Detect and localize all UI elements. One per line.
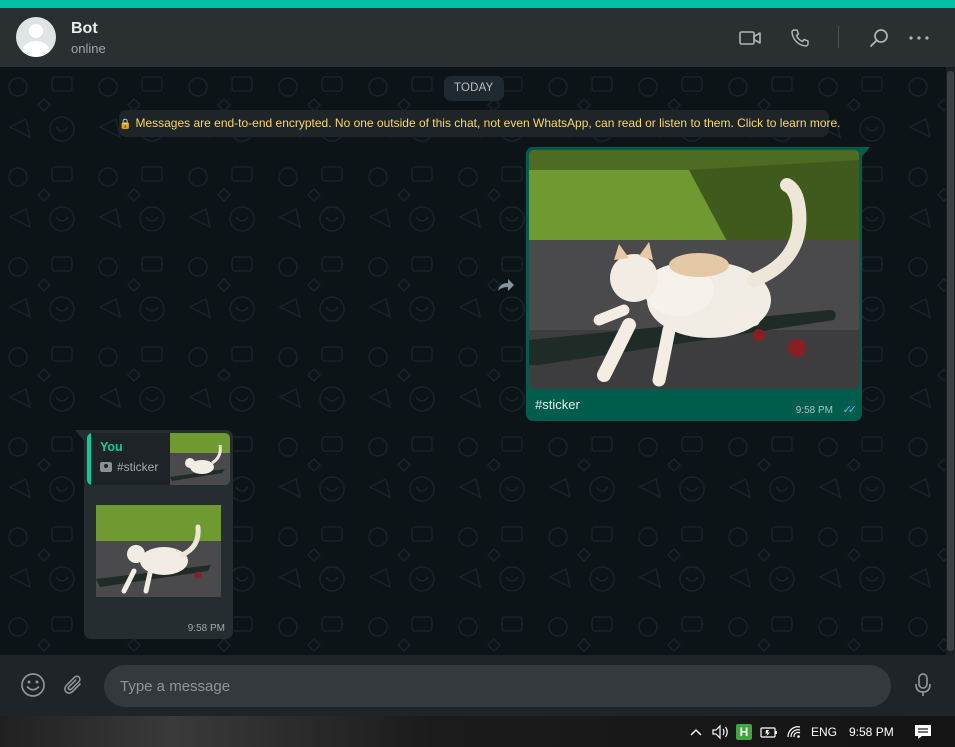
show-hidden-icons-icon[interactable] <box>689 716 703 747</box>
attach-icon[interactable] <box>61 672 87 698</box>
quote-text-row: #sticker <box>100 460 158 474</box>
cat-skateboard-image[interactable] <box>529 150 859 389</box>
message-composer <box>0 655 955 716</box>
message-input[interactable] <box>104 665 891 707</box>
outgoing-message[interactable]: #sticker 9:58 PM ✓✓ <box>526 147 862 421</box>
emoji-icon[interactable] <box>20 672 46 698</box>
contact-name[interactable]: Bot <box>71 20 98 38</box>
lock-icon: 🔒 <box>119 119 132 130</box>
microphone-icon[interactable] <box>910 672 936 698</box>
windows-taskbar: H ENG 9:58 PM <box>0 716 955 747</box>
quote-text: #sticker <box>117 460 159 474</box>
tray-app-icon[interactable]: H <box>736 716 752 747</box>
scrollbar-thumb[interactable] <box>947 71 954 651</box>
incoming-message[interactable]: You #sticker 9:58 PM <box>84 430 233 639</box>
chat-header: Bot online <box>0 8 955 67</box>
tray-h-badge: H <box>736 723 752 740</box>
chat-scrollbar[interactable] <box>946 67 955 655</box>
header-separator <box>838 26 839 48</box>
outgoing-caption: #sticker <box>535 397 580 412</box>
date-chip: TODAY <box>444 76 504 101</box>
read-ticks-icon: ✓✓ <box>842 404 858 416</box>
avatar-head <box>29 24 43 38</box>
camera-icon <box>100 462 112 472</box>
search-icon[interactable] <box>867 26 891 50</box>
outgoing-time: 9:58 PM <box>795 405 833 416</box>
volume-icon[interactable] <box>711 716 731 747</box>
contact-status: online <box>71 41 106 56</box>
avatar-body <box>22 41 50 57</box>
quote-bar <box>87 433 91 485</box>
contact-avatar[interactable] <box>16 17 56 57</box>
quote-author: You <box>100 440 123 454</box>
voice-call-icon[interactable] <box>788 26 812 50</box>
quote-thumbnail <box>170 433 230 485</box>
incoming-time: 9:58 PM <box>187 623 225 634</box>
input-language[interactable]: ENG <box>811 716 837 747</box>
network-icon[interactable] <box>786 716 802 747</box>
notifications-icon[interactable] <box>914 716 932 747</box>
chat-area: TODAY 🔒 Messages are end-to-end encrypted… <box>0 67 946 655</box>
video-call-icon[interactable] <box>738 26 762 50</box>
taskbar-clock[interactable]: 9:58 PM <box>849 716 894 747</box>
encryption-notice[interactable]: 🔒 Messages are end-to-end encrypted. No o… <box>119 110 841 137</box>
battery-icon[interactable] <box>760 716 778 747</box>
quoted-message[interactable]: You #sticker <box>87 433 230 485</box>
sticker-image[interactable] <box>96 505 221 597</box>
menu-icon[interactable] <box>907 26 931 50</box>
forward-icon[interactable] <box>494 273 518 297</box>
top-accent-bar <box>0 0 955 8</box>
encryption-notice-text: Messages are end-to-end encrypted. No on… <box>135 116 841 130</box>
